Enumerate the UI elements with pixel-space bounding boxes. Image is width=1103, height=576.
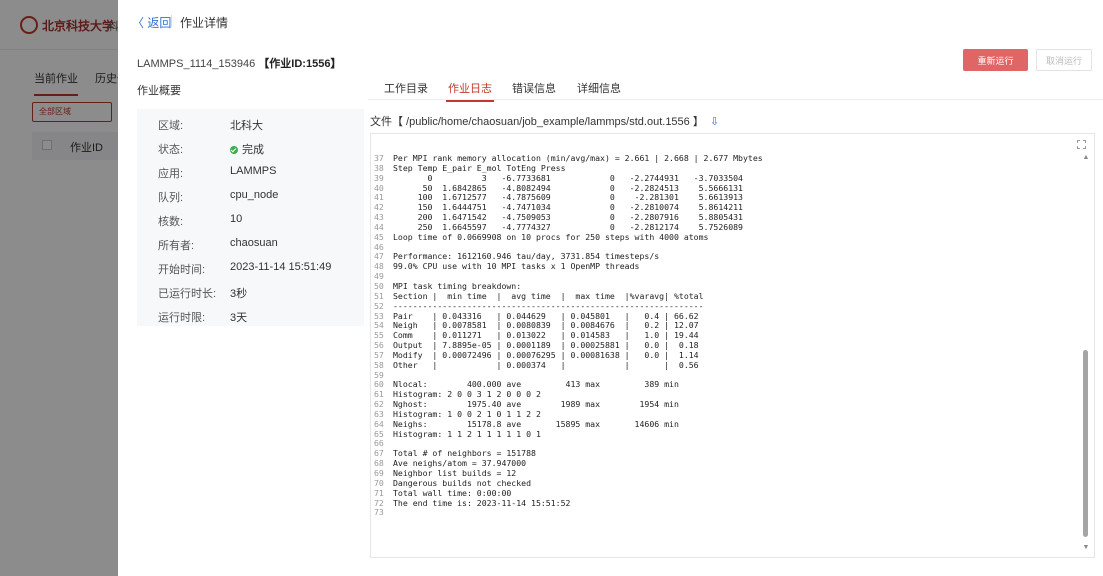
info-key: 区域: [158,120,184,132]
line-text: 200 1.6471542 -4.7509053 0 -2.2807916 5.… [393,212,743,223]
scroll-up-icon[interactable]: ▲ [1082,154,1090,162]
info-row-cores: 核数: 10 [137,208,364,232]
download-icon[interactable]: ⇩ [710,115,719,128]
detail-tabs: 工作目录 作业日志 错误信息 详细信息 [368,80,1103,102]
line-text: 100 1.6712577 -4.7875609 0 -2.281301 5.6… [393,192,743,203]
info-value: 10 [230,213,243,225]
line-text: Histogram: 2 0 0 3 1 2 0 0 0 2 [393,389,541,400]
info-row-status: 状态: 完成 [137,136,364,160]
info-value: cpu_node [230,189,279,201]
info-row-region: 区域: 北科大 [137,112,364,136]
line-text: The end time is: 2023-11-14 15:51:52 [393,497,571,508]
line-text: Neighbor list builds = 12 [393,468,517,478]
info-value: 3秒 [230,288,248,300]
line-text: 50 1.6842865 -4.8082494 0 -2.2824513 5.5… [393,182,743,193]
info-key: 状态: [158,144,184,156]
page-title: 作业详情 [180,16,229,30]
info-key: 核数: [158,216,184,228]
scroll-down-icon[interactable]: ▼ [1082,544,1090,552]
line-text: Output | 7.8895e-05 | 0.0001189 | 0.0002… [393,340,699,351]
line-text: ----------------------------------------… [393,300,704,311]
info-row-elapsed: 已运行时长: 3秒 [137,280,364,304]
log-scrollbar[interactable]: ▲ ▼ [1082,154,1090,552]
info-key: 队列: [158,192,184,204]
tab-error-info[interactable]: 错误信息 [512,80,556,96]
scroll-thumb[interactable] [1083,350,1088,537]
line-text: 99.0% CPU use with 10 MPI tasks x 1 Open… [393,261,640,272]
overview-heading: 作业概要 [137,85,181,97]
status-text: 完成 [242,144,264,156]
info-value: 3天 [230,312,248,324]
line-text: Total # of neighbors = 151788 [393,448,536,459]
job-title: LAMMPS_1114_153946 【作业ID:1556】 [137,55,341,71]
log-line: 45 Loop time of 0.0669908 on 10 procs for… [373,231,1079,243]
line-text: Per MPI rank memory allocation (min/avg/… [393,154,763,163]
fullscreen-icon[interactable] [1077,140,1086,149]
info-key: 运行时限: [158,312,206,324]
log-viewer[interactable]: 37 Per MPI rank memory allocation (min/av… [370,133,1095,558]
info-value: 北科大 [230,120,263,132]
line-text: Histogram: 1 1 2 1 1 1 1 1 0 1 [393,428,541,439]
header-divider [171,15,172,27]
line-text: Neigh | 0.0078581 | 0.0080839 | 0.008467… [393,320,699,331]
log-content[interactable]: 37 Per MPI rank memory allocation (min/av… [373,154,1079,554]
job-detail-drawer: 〈 返回 作业详情 LAMMPS_1114_153946 【作业ID:1556】… [118,0,1103,576]
tab-work-directory[interactable]: 工作目录 [384,80,428,96]
line-text: Dangerous builds not checked [393,477,532,488]
line-text: Neighs: 15178.8 ave 15895 max 14606 min [393,418,679,429]
info-value: LAMMPS [230,165,277,177]
drawer-header: 〈 返回 作业详情 [118,0,1103,40]
line-text: Section | min time | avg time | max time… [393,290,704,301]
line-text: Total wall time: 0:00:00 [393,487,512,498]
info-row-owner: 所有者: chaosuan [137,232,364,256]
rerun-button[interactable]: 重新运行 [963,49,1028,71]
back-button[interactable]: 〈 返回 [132,14,171,31]
info-value: 2023-11-14 15:51:49 [230,261,332,273]
line-text: Comm | 0.011271 | 0.013022 | 0.014583 | … [393,330,699,341]
line-number: 73 [374,507,384,518]
line-text: Nlocal: 400.000 ave 413 max 389 min [393,379,679,390]
log-line: 58 Other | | 0.000374 | | | 0.56 [373,359,1079,371]
check-circle-icon [230,146,238,154]
info-row-start-time: 开始时间: 2023-11-14 15:51:49 [137,256,364,280]
cancel-run-button[interactable]: 取消运行 [1036,49,1092,71]
line-text: Loop time of 0.0669908 on 10 procs for 2… [393,231,709,242]
info-key: 应用: [158,168,184,180]
info-value-status: 完成 [230,141,264,157]
log-line: 73 [373,508,1079,518]
info-key: 开始时间: [158,264,206,276]
line-text: Performance: 1612160.946 tau/day, 3731.8… [393,251,660,262]
line-text: Ave neighs/atom = 37.947000 [393,458,527,469]
job-id: 【作业ID:1556】 [258,58,342,70]
info-key: 所有者: [158,240,195,252]
line-text: MPI task timing breakdown: [393,280,522,291]
info-row-application: 应用: LAMMPS [137,160,364,184]
line-text: Modify | 0.00072496 | 0.00076295 | 0.000… [393,349,699,360]
log-line: 65 Histogram: 1 1 2 1 1 1 1 1 0 1 [373,428,1079,440]
line-text: 0 3 -6.7733681 0 -2.2744931 -3.7033504 [393,172,743,183]
info-row-queue: 队列: cpu_node [137,184,364,208]
job-summary-panel: 区域: 北科大 状态: 完成 应用: LAMMPS 队列: cpu_node 核… [137,109,364,326]
info-key: 已运行时长: [158,288,217,300]
line-text: Step Temp E_pair E_mol TotEng Press [393,162,566,173]
line-text: Nghost: 1975.40 ave 1989 max 1954 min [393,399,679,410]
info-value: chaosuan [230,237,278,249]
tab-detail-info[interactable]: 详细信息 [577,80,621,96]
modal-overlay[interactable] [0,0,118,576]
tab-job-log[interactable]: 作业日志 [446,80,494,102]
line-text: Other | | 0.000374 | | | 0.56 [393,359,699,370]
file-path: 文件【 /public/home/chaosuan/job_example/la… [370,113,719,129]
job-name: LAMMPS_1114_153946 [137,58,256,70]
log-line: 72 The end time is: 2023-11-14 15:51:52 [373,497,1079,509]
file-path-label: 文件【 /public/home/chaosuan/job_example/la… [370,116,704,128]
line-text: 150 1.6444751 -4.7471034 0 -2.2810074 5.… [393,202,743,213]
line-text: Pair | 0.043316 | 0.044629 | 0.045801 | … [393,310,699,321]
info-row-time-limit: 运行时限: 3天 [137,304,364,328]
log-line: 48 99.0% CPU use with 10 MPI tasks x 1 Op… [373,261,1079,272]
line-text: Histogram: 1 0 0 2 1 0 1 1 2 2 [393,408,541,419]
line-text: 250 1.6645597 -4.7774327 0 -2.2812174 5.… [393,221,743,232]
